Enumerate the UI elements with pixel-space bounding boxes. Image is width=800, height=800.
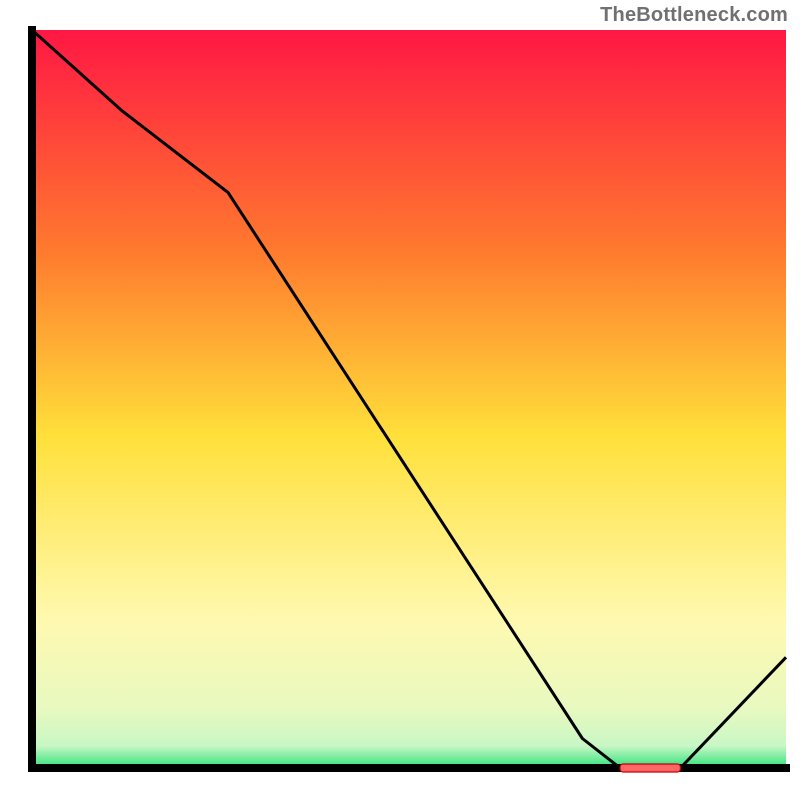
chart-container: TheBottleneck.com <box>0 0 800 800</box>
optimal-marker <box>620 764 680 772</box>
bottleneck-chart <box>0 0 800 800</box>
plot-background <box>32 30 786 768</box>
